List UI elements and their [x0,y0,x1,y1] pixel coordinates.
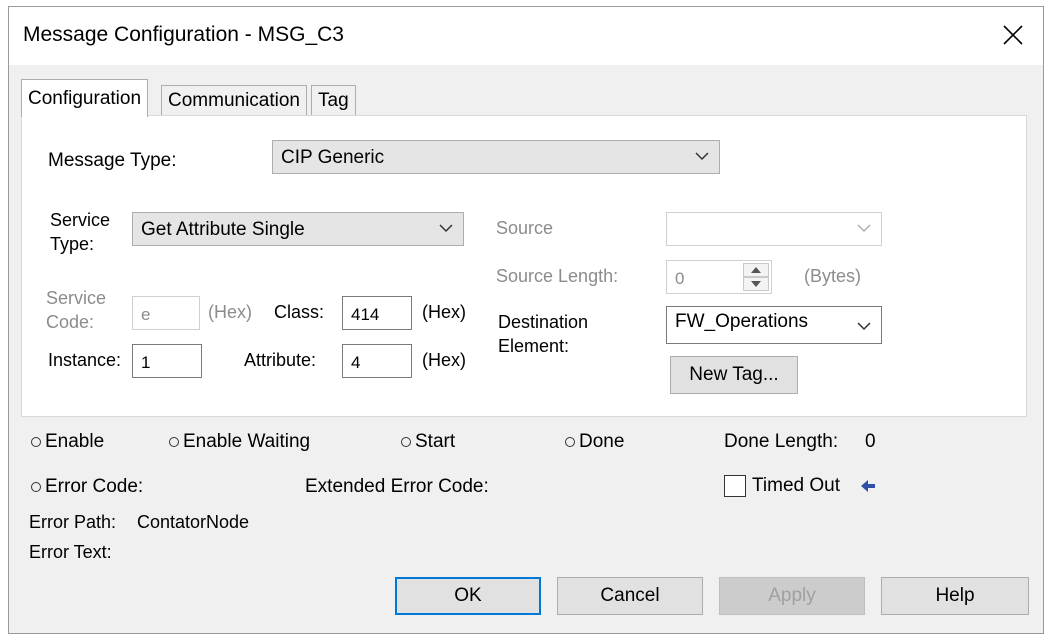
status-enable-waiting-label: Enable Waiting [183,431,311,452]
spin-up-button[interactable] [743,263,769,277]
source-length-label: Source Length: [496,266,619,286]
window-title: Message Configuration - MSG_C3 [23,23,344,46]
instance-input[interactable]: 1 [132,344,202,378]
ok-button[interactable]: OK [395,577,541,615]
attribute-hex-label: (Hex) [422,350,466,370]
chevron-down-icon [695,152,709,161]
tab-configuration[interactable]: Configuration [21,79,149,117]
cancel-button[interactable]: Cancel [557,577,703,615]
source-label: Source [496,218,554,238]
spin-down-button[interactable] [743,277,769,291]
class-input[interactable]: 414 [342,296,412,330]
class-hex-label: (Hex) [422,302,466,322]
status-indicator-icon [401,437,411,447]
status-indicator-icon [31,482,41,492]
timed-out-checkbox[interactable]: Timed Out [724,475,840,497]
done-length-value: 0 [865,431,876,452]
timed-out-label: Timed Out [752,475,840,496]
service-code-input[interactable]: e [132,296,200,330]
status-start: Start [401,431,455,453]
source-select[interactable] [666,212,882,246]
status-enable: Enable [31,431,104,453]
status-enable-label: Enable [45,431,105,452]
arrow-down-icon [751,281,761,287]
instance-label: Instance: [48,350,122,370]
status-indicator-icon [169,437,179,447]
status-indicator-icon [565,437,575,447]
status-start-label: Start [415,431,456,452]
message-configuration-dialog: Message Configuration - MSG_C3 Configura… [8,6,1044,634]
apply-button[interactable]: Apply [719,577,865,615]
title-bar: Message Configuration - MSG_C3 [9,7,1043,65]
tab-tag[interactable]: Tag [311,85,356,115]
arrow-up-icon [751,267,761,273]
help-button[interactable]: Help [881,577,1029,615]
close-icon [1003,25,1023,45]
destination-label-line2: Element: [498,336,570,356]
tab-communication[interactable]: Communication [161,85,307,115]
chevron-down-icon [857,322,871,331]
destination-element-value: FW_Operations [675,311,809,332]
source-length-units: (Bytes) [804,266,862,286]
attribute-input[interactable]: 4 [342,344,412,378]
message-type-value: CIP Generic [281,147,385,168]
error-path-value: ContatorNode [137,512,250,532]
service-code-hex-label: (Hex) [208,302,252,322]
service-type-label-line2: Type: [50,234,95,254]
done-length-label: Done Length: [724,431,839,452]
status-enable-waiting: Enable Waiting [169,431,310,453]
error-path-label: Error Path: [29,512,117,532]
arrow-left-icon [861,480,875,492]
checkbox-icon [724,475,746,497]
message-type-select[interactable]: CIP Generic [272,140,720,174]
source-length-spinner[interactable]: 0 [666,260,772,294]
service-code-label-line2: Code: [46,312,95,332]
status-done: Done [565,431,624,453]
chevron-down-icon [857,224,871,233]
close-button[interactable] [997,19,1029,51]
service-type-value: Get Attribute Single [141,219,305,240]
status-error-code: Error Code: [31,476,143,498]
status-indicator-icon [31,437,41,447]
service-code-label-line1: Service [46,288,107,308]
class-label: Class: [274,302,325,322]
error-text-label: Error Text: [29,542,112,562]
service-type-select[interactable]: Get Attribute Single [132,212,464,246]
destination-element-select[interactable]: FW_Operations [666,306,882,344]
attribute-label: Attribute: [244,350,317,370]
chevron-down-icon [439,224,453,233]
configuration-panel: Message Type: CIP Generic Service Type: … [21,115,1027,417]
message-type-label: Message Type: [48,150,177,171]
extended-error-code-label: Extended Error Code: [305,476,489,497]
new-tag-button[interactable]: New Tag... [670,356,798,394]
destination-label-line1: Destination [498,312,589,332]
error-code-label: Error Code: [45,476,144,497]
service-type-label-line1: Service [50,210,111,230]
status-done-label: Done [579,431,625,452]
source-length-value: 0 [675,269,685,288]
